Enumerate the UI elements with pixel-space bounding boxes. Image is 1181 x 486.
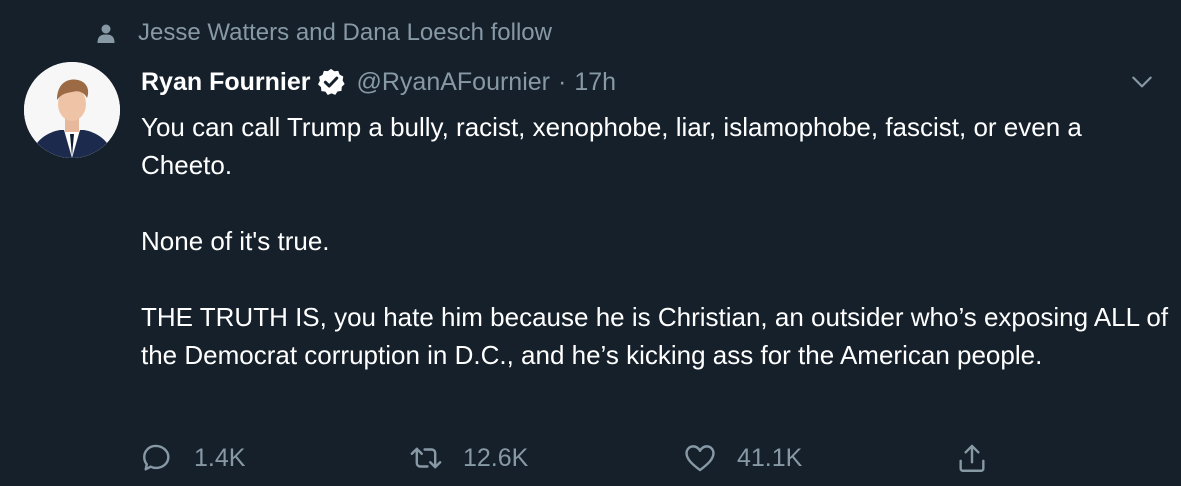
tweet-text: You can call Trump a bully, racist, xeno… [141, 108, 1171, 374]
person-icon [96, 23, 116, 43]
share-icon [955, 441, 989, 475]
chevron-down-icon[interactable] [1126, 66, 1158, 98]
heart-icon [683, 441, 717, 475]
tweet-header: Ryan Fournier @RyanAFournier · 17h [141, 63, 616, 101]
tweet-time[interactable]: 17h [574, 68, 616, 97]
reply-button[interactable]: 1.4K [140, 436, 245, 480]
like-button[interactable]: 41.1K [683, 436, 802, 480]
share-button[interactable] [955, 436, 989, 480]
tweet-actions: 1.4K 12.6K 41.1K [140, 436, 1140, 480]
tweet-paragraph: None of it's true. [141, 226, 330, 256]
author-name[interactable]: Ryan Fournier [141, 68, 310, 97]
verified-badge-icon [316, 67, 346, 97]
author-handle[interactable]: @RyanAFournier [356, 68, 550, 97]
tweet-paragraph: THE TRUTH IS, you hate him because he is… [141, 302, 1169, 370]
social-context-text[interactable]: Jesse Watters and Dana Loesch follow [138, 19, 552, 47]
social-context: Jesse Watters and Dana Loesch follow [96, 18, 552, 48]
tweet-paragraph: You can call Trump a bully, racist, xeno… [141, 112, 1082, 180]
like-count: 41.1K [737, 443, 803, 472]
separator-dot: · [558, 67, 567, 96]
retweet-count: 12.6K [463, 443, 529, 472]
reply-count: 1.4K [194, 443, 246, 472]
retweet-button[interactable]: 12.6K [409, 436, 528, 480]
avatar[interactable] [24, 62, 120, 158]
reply-icon [140, 441, 174, 475]
retweet-icon [409, 441, 443, 475]
